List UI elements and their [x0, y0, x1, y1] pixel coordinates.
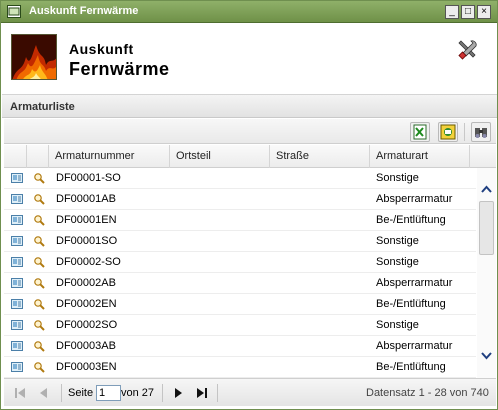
- title-bar: Auskunft Fernwärme _ □ ×: [1, 1, 497, 23]
- col-icon2: [27, 145, 49, 168]
- minimize-button[interactable]: _: [445, 5, 459, 19]
- zoom-to-icon[interactable]: [33, 256, 45, 268]
- app-icon: [7, 5, 21, 18]
- cell-armaturart: Absperrarmatur: [376, 193, 453, 205]
- section-title: Armaturliste: [10, 101, 75, 113]
- cell-armaturart: Absperrarmatur: [376, 277, 453, 289]
- zoom-to-icon[interactable]: [33, 340, 45, 352]
- section-header: Armaturliste: [2, 94, 497, 118]
- zoom-to-icon[interactable]: [33, 214, 45, 226]
- record-info-icon[interactable]: [11, 235, 23, 247]
- record-info-icon[interactable]: [11, 340, 23, 352]
- cell-armaturnummer: DF00001AB: [56, 193, 116, 205]
- pager-separator: [217, 384, 218, 402]
- column-header-armaturnummer[interactable]: Armaturnummer: [49, 145, 170, 168]
- table-row[interactable]: DF00001EN Be-/Entlüftung: [4, 210, 476, 231]
- cell-armaturnummer: DF00001SO: [56, 235, 118, 247]
- scroll-thumb[interactable]: [479, 201, 494, 255]
- cell-armaturnummer: DF00003EN: [56, 361, 117, 373]
- table-row[interactable]: DF00002SO Sonstige: [4, 315, 476, 336]
- cell-armaturart: Sonstige: [376, 172, 419, 184]
- cell-armaturnummer: DF00003AB: [56, 340, 116, 352]
- close-button[interactable]: ×: [477, 5, 491, 19]
- table-row[interactable]: DF00002EN Be-/Entlüftung: [4, 294, 476, 315]
- table-row[interactable]: DF00001-SO Sonstige: [4, 168, 476, 189]
- cell-armaturnummer: DF00002SO: [56, 319, 118, 331]
- zoom-to-icon[interactable]: [33, 235, 45, 247]
- zoom-to-icon[interactable]: [33, 298, 45, 310]
- table-row[interactable]: DF00003EN Be-/Entlüftung: [4, 357, 476, 378]
- cell-armaturnummer: DF00001EN: [56, 214, 117, 226]
- record-info-icon[interactable]: [11, 172, 23, 184]
- tools-icon[interactable]: [457, 38, 479, 60]
- pager-separator: [61, 384, 62, 402]
- flame-logo-icon: [11, 34, 57, 80]
- scroll-down-icon[interactable]: [481, 350, 492, 361]
- zoom-to-icon[interactable]: [33, 193, 45, 205]
- record-info-icon[interactable]: [11, 277, 23, 289]
- cell-armaturart: Sonstige: [376, 256, 419, 268]
- document-export-icon[interactable]: [438, 122, 458, 142]
- record-info-icon[interactable]: [11, 361, 23, 373]
- record-info-icon[interactable]: [11, 298, 23, 310]
- header-title: Fernwärme: [69, 59, 170, 79]
- app-header: Auskunft Fernwärme: [1, 24, 497, 90]
- maximize-button[interactable]: □: [461, 5, 475, 19]
- prev-page-icon[interactable]: [34, 384, 54, 402]
- page-count-label: von 27: [121, 387, 155, 399]
- record-info-icon[interactable]: [11, 319, 23, 331]
- record-count: Datensatz 1 - 28 von 740: [366, 387, 489, 399]
- page-number-input[interactable]: [96, 385, 121, 401]
- cell-armaturart: Be-/Entlüftung: [376, 361, 446, 373]
- zoom-to-icon[interactable]: [33, 172, 45, 184]
- last-page-icon[interactable]: [192, 384, 212, 402]
- column-header-armaturart[interactable]: Armaturart: [370, 145, 470, 168]
- column-header-ortsteil[interactable]: Ortsteil: [170, 145, 270, 168]
- cell-armaturnummer: DF00001-SO: [56, 172, 121, 184]
- table-row[interactable]: DF00001SO Sonstige: [4, 231, 476, 252]
- window-title: Auskunft Fernwärme: [29, 5, 139, 17]
- cell-armaturart: Sonstige: [376, 319, 419, 331]
- record-info-icon[interactable]: [11, 214, 23, 226]
- grid-toolbar: [4, 119, 496, 144]
- table-row[interactable]: DF00003AB Absperrarmatur: [4, 336, 476, 357]
- record-info-icon[interactable]: [11, 256, 23, 268]
- table-row[interactable]: DF00002-SO Sonstige: [4, 252, 476, 273]
- record-info-icon[interactable]: [11, 193, 23, 205]
- column-header-strasse[interactable]: Straße: [270, 145, 370, 168]
- excel-export-icon[interactable]: [410, 122, 430, 142]
- grid-body: DF00001-SO Sonstige DF00001AB Absperrarmatu…: [4, 168, 476, 378]
- page-label: Seite: [68, 387, 94, 399]
- cell-armaturnummer: DF00002AB: [56, 277, 116, 289]
- cell-armaturnummer: DF00002-SO: [56, 256, 121, 268]
- paging-toolbar: Seite von 27 Datensatz 1 - 28 von 740: [4, 378, 496, 406]
- zoom-to-icon[interactable]: [33, 319, 45, 331]
- zoom-to-icon[interactable]: [33, 361, 45, 373]
- cell-armaturnummer: DF00002EN: [56, 298, 117, 310]
- header-subtitle: Auskunft: [69, 41, 134, 57]
- vertical-scrollbar[interactable]: [477, 168, 496, 378]
- first-page-icon[interactable]: [10, 384, 30, 402]
- toolbar-separator: [464, 123, 465, 141]
- scroll-up-icon[interactable]: [481, 184, 492, 195]
- table-row[interactable]: DF00001AB Absperrarmatur: [4, 189, 476, 210]
- pager-separator: [162, 384, 163, 402]
- cell-armaturart: Sonstige: [376, 235, 419, 247]
- grid-header: Armaturnummer Ortsteil Straße Armaturart: [4, 145, 496, 168]
- cell-armaturart: Absperrarmatur: [376, 340, 453, 352]
- next-page-icon[interactable]: [168, 384, 188, 402]
- cell-armaturart: Be-/Entlüftung: [376, 214, 446, 226]
- zoom-to-icon[interactable]: [33, 277, 45, 289]
- col-icon1: [4, 145, 27, 168]
- application-window: Auskunft Fernwärme _ □ × Auskunft Fernwä…: [0, 0, 498, 410]
- cell-armaturart: Be-/Entlüftung: [376, 298, 446, 310]
- binoculars-icon[interactable]: [471, 122, 491, 142]
- table-row[interactable]: DF00002AB Absperrarmatur: [4, 273, 476, 294]
